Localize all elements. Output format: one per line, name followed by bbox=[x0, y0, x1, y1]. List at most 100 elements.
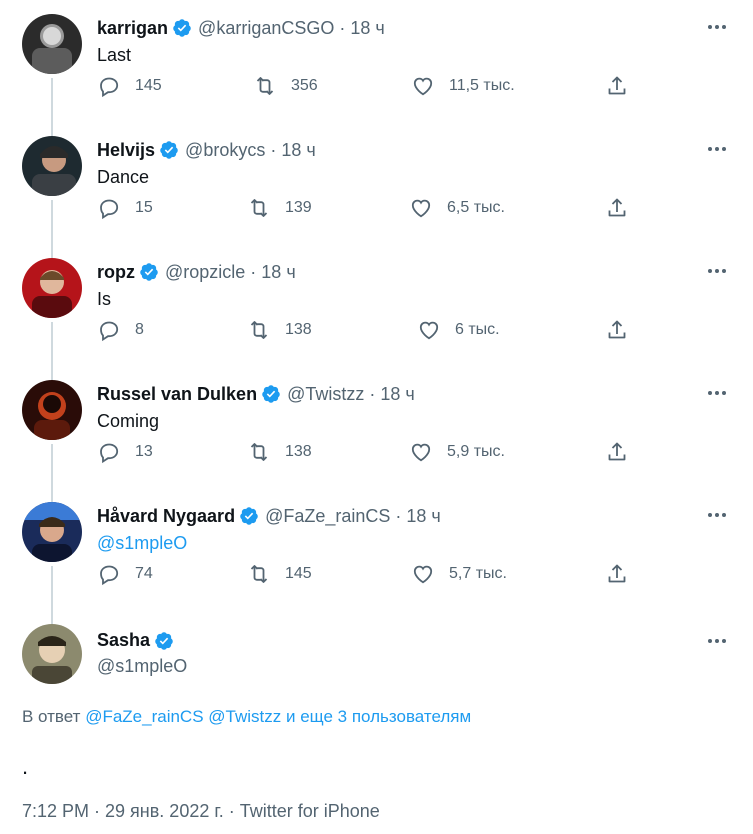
verified-badge-icon bbox=[240, 507, 258, 525]
like-count: 11,5 тыс. bbox=[449, 77, 515, 94]
share-icon bbox=[608, 442, 626, 461]
more-horizontal-icon[interactable] bbox=[705, 262, 729, 280]
avatar[interactable] bbox=[22, 502, 82, 562]
retweet-icon bbox=[250, 321, 268, 339]
more-horizontal-icon[interactable] bbox=[705, 384, 729, 402]
separator: · bbox=[270, 139, 277, 160]
retweet-button[interactable]: 138 bbox=[247, 439, 312, 465]
share-button[interactable] bbox=[605, 439, 629, 465]
main-author[interactable]: Sasha bbox=[97, 630, 174, 651]
more-horizontal-icon[interactable] bbox=[705, 18, 729, 36]
tweet-text: Dance bbox=[97, 167, 150, 187]
reply-button[interactable]: 145 bbox=[97, 73, 162, 99]
tweet-time[interactable]: 18 ч bbox=[281, 140, 315, 161]
heart-icon bbox=[419, 321, 439, 340]
retweet-icon bbox=[250, 565, 268, 583]
more-horizontal-icon[interactable] bbox=[705, 140, 729, 158]
tweet-text: Coming bbox=[97, 411, 160, 431]
reply-count: 13 bbox=[135, 443, 153, 460]
like-button[interactable]: 6,5 тыс. bbox=[409, 195, 505, 221]
retweet-button[interactable]: 356 bbox=[253, 73, 318, 99]
reply-count: 145 bbox=[135, 77, 162, 94]
tweet-timestamp[interactable]: 7:12 PM · 29 янв. 2022 г. · Twitter for … bbox=[22, 801, 380, 822]
share-button[interactable] bbox=[605, 317, 629, 343]
retweet-button[interactable]: 139 bbox=[247, 195, 312, 221]
reply-button[interactable]: 8 bbox=[97, 317, 144, 343]
more-horizontal-icon[interactable] bbox=[705, 632, 729, 650]
tweet-actions: 15 139 6,5 тыс. bbox=[97, 195, 637, 221]
share-button[interactable] bbox=[605, 73, 629, 99]
tweet-time[interactable]: 18 ч bbox=[261, 262, 295, 283]
author-name[interactable]: Helvijs bbox=[97, 140, 155, 161]
more-horizontal-icon[interactable] bbox=[705, 506, 729, 524]
replying-to-more[interactable]: и еще 3 пользователям bbox=[286, 707, 471, 726]
reply-button[interactable]: 15 bbox=[97, 195, 153, 221]
separator: · bbox=[250, 261, 257, 282]
reply-tweet[interactable]: Håvard Nygaard @FaZe_rainCS · 18 ч @s1mp… bbox=[0, 488, 753, 624]
tweet-time[interactable]: 18 ч bbox=[406, 506, 440, 527]
tweet-header: Håvard Nygaard @FaZe_rainCS · 18 ч bbox=[97, 505, 441, 527]
verified-badge-icon bbox=[160, 141, 178, 159]
reply-tweet[interactable]: karrigan @karriganCSGO · 18 ч Last 145 3… bbox=[0, 0, 753, 136]
author-handle[interactable]: @karriganCSGO bbox=[198, 18, 334, 39]
share-button[interactable] bbox=[605, 195, 629, 221]
tweet-text-mention[interactable]: @s1mpleO bbox=[97, 533, 187, 554]
author-handle[interactable]: @FaZe_rainCS bbox=[265, 506, 390, 527]
retweet-count: 138 bbox=[285, 443, 312, 460]
retweet-count: 356 bbox=[291, 77, 318, 94]
author-name[interactable]: karrigan bbox=[97, 18, 168, 39]
reply-tweet[interactable]: ropz @ropzicle · 18 ч Is 8 138 6 тыс. bbox=[0, 244, 753, 380]
share-icon bbox=[608, 76, 626, 95]
replying-to-line: В ответ @FaZe_rainCS @Twistzz и еще 3 по… bbox=[22, 707, 471, 727]
avatar[interactable] bbox=[22, 14, 82, 74]
share-icon bbox=[608, 198, 626, 217]
avatar[interactable] bbox=[22, 258, 82, 318]
replying-to-user[interactable]: @FaZe_rainCS bbox=[85, 707, 203, 726]
tweet-actions: 74 145 5,7 тыс. bbox=[97, 561, 637, 587]
reply-button[interactable]: 13 bbox=[97, 439, 153, 465]
reply-tweet[interactable]: Helvijs @brokycs · 18 ч Dance 15 139 6,5… bbox=[0, 122, 753, 258]
author-name[interactable]: Russel van Dulken bbox=[97, 384, 257, 405]
like-count: 6,5 тыс. bbox=[447, 199, 505, 216]
replying-to-user[interactable]: @Twistzz bbox=[208, 707, 281, 726]
author-name[interactable]: Håvard Nygaard bbox=[97, 506, 235, 527]
avatar[interactable] bbox=[22, 380, 82, 440]
reply-button[interactable]: 74 bbox=[97, 561, 153, 587]
tweet-time[interactable]: 18 ч bbox=[350, 18, 384, 39]
author-handle[interactable]: @brokycs bbox=[185, 140, 265, 161]
tweet-header: Russel van Dulken @Twistzz · 18 ч bbox=[97, 383, 415, 405]
tweet-actions: 13 138 5,9 тыс. bbox=[97, 439, 637, 465]
like-button[interactable]: 5,7 тыс. bbox=[411, 561, 507, 587]
reply-bubble-icon bbox=[100, 321, 119, 342]
author-handle[interactable]: @ropzicle bbox=[165, 262, 245, 283]
retweet-icon bbox=[256, 77, 274, 95]
author-name[interactable]: Sasha bbox=[97, 630, 150, 651]
reply-bubble-icon bbox=[100, 77, 119, 98]
separator: · bbox=[369, 383, 376, 404]
author-name[interactable]: ropz bbox=[97, 262, 135, 283]
tweet-header: Helvijs @brokycs · 18 ч bbox=[97, 139, 316, 161]
heart-icon bbox=[411, 199, 431, 218]
tweet-text: Is bbox=[97, 289, 112, 309]
tweet-header: ropz @ropzicle · 18 ч bbox=[97, 261, 296, 283]
avatar[interactable] bbox=[22, 624, 82, 684]
like-button[interactable]: 6 тыс. bbox=[417, 317, 500, 343]
tweet-time[interactable]: 18 ч bbox=[380, 384, 414, 405]
main-tweet-text: . bbox=[22, 754, 29, 779]
share-button[interactable] bbox=[605, 561, 629, 587]
like-button[interactable]: 11,5 тыс. bbox=[411, 73, 515, 99]
retweet-count: 145 bbox=[285, 565, 312, 582]
avatar[interactable] bbox=[22, 136, 82, 196]
reply-bubble-icon bbox=[100, 443, 119, 464]
retweet-button[interactable]: 145 bbox=[247, 561, 312, 587]
heart-icon bbox=[413, 77, 433, 96]
verified-badge-icon bbox=[262, 385, 280, 403]
author-handle[interactable]: @Twistzz bbox=[287, 384, 364, 405]
verified-badge-icon bbox=[173, 19, 191, 37]
heart-icon bbox=[413, 565, 433, 584]
author-handle[interactable]: @s1mpleO bbox=[97, 656, 187, 677]
retweet-button[interactable]: 138 bbox=[247, 317, 312, 343]
like-button[interactable]: 5,9 тыс. bbox=[409, 439, 505, 465]
reply-tweet[interactable]: Russel van Dulken @Twistzz · 18 ч Coming… bbox=[0, 366, 753, 502]
separator: · bbox=[395, 505, 402, 526]
